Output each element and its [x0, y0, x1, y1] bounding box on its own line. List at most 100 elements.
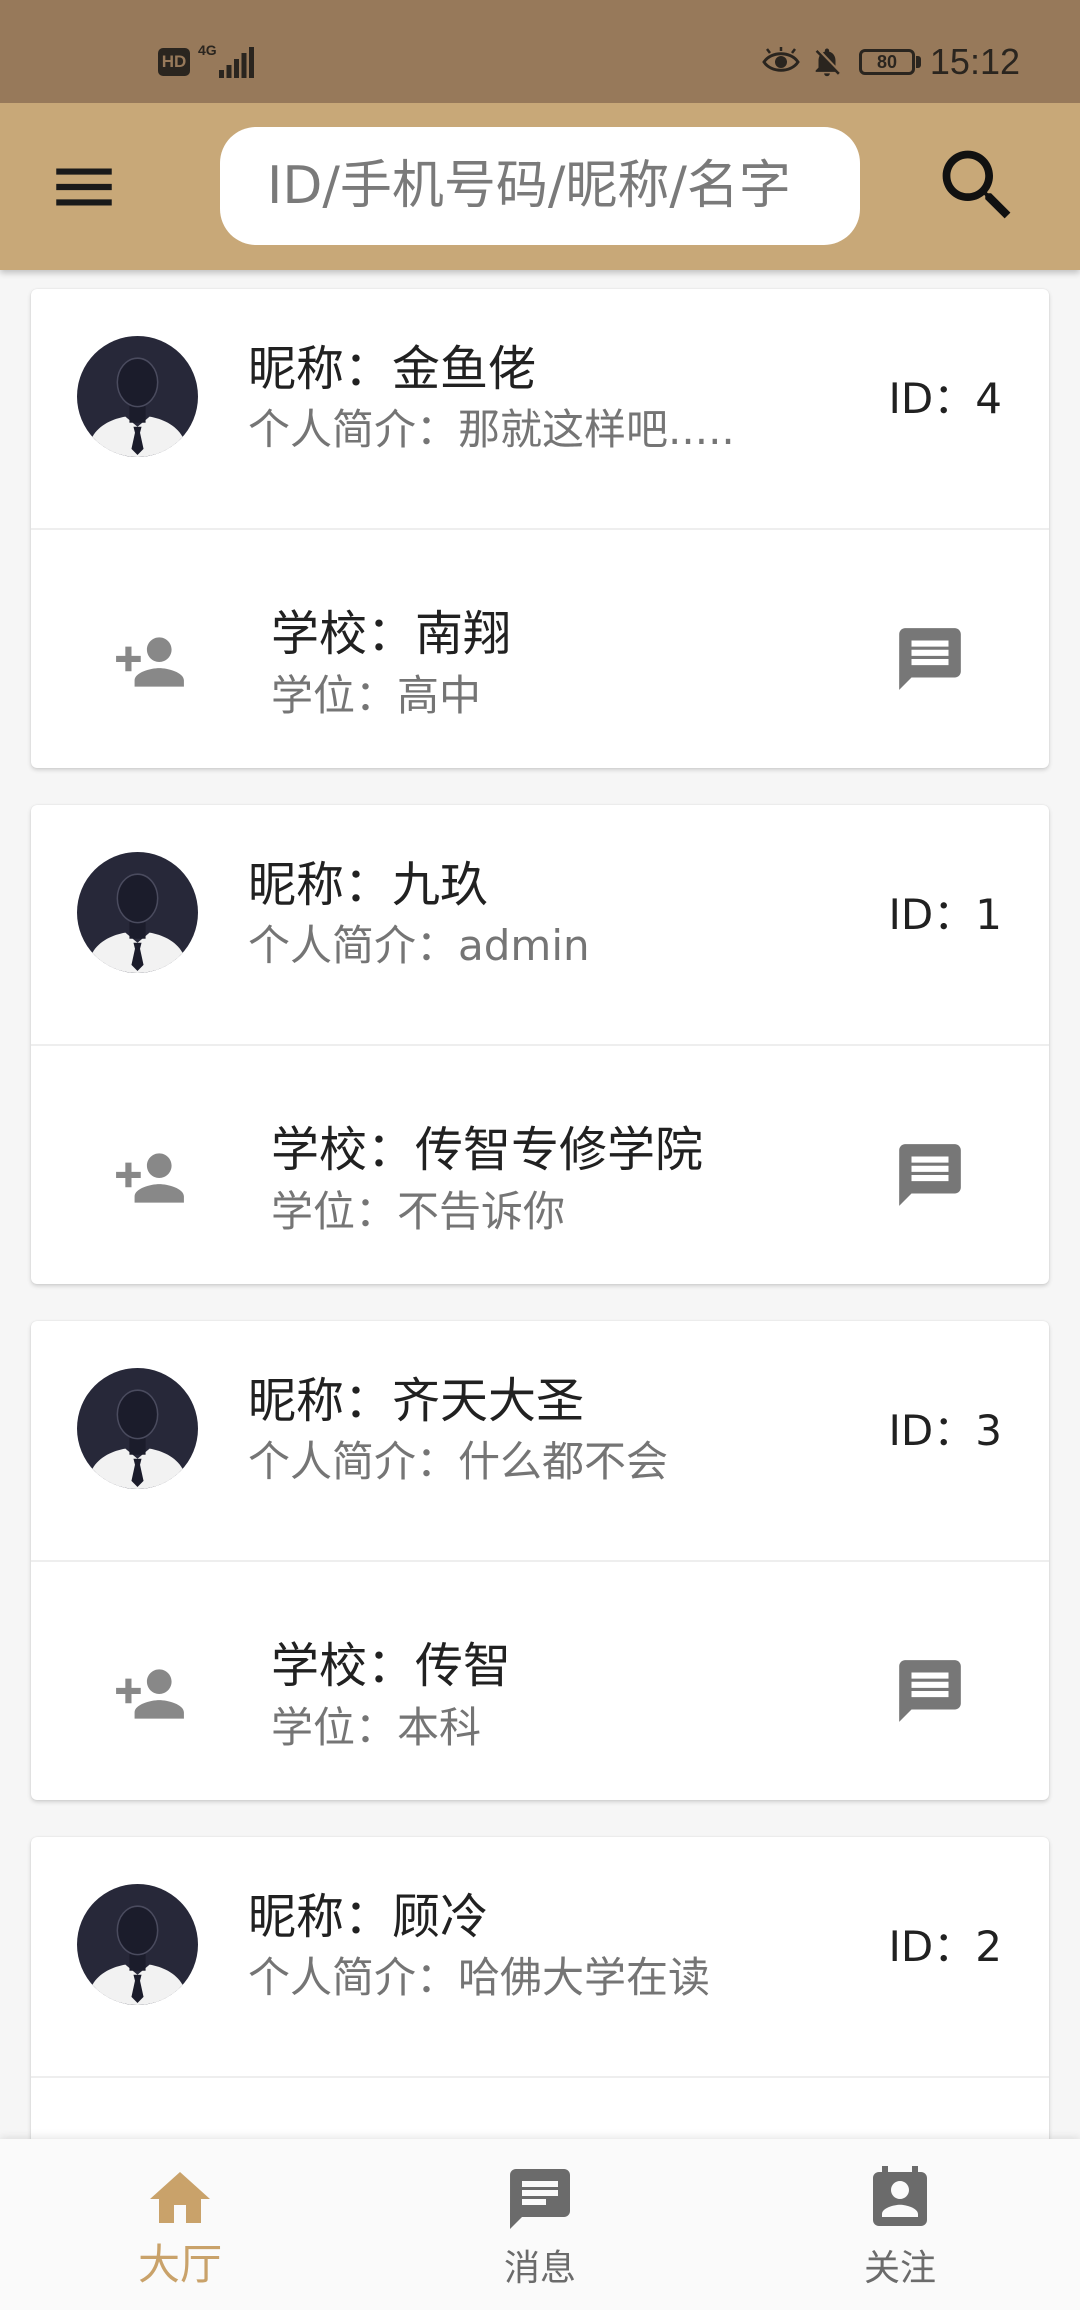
education-row: 学校：传智专修学院 学位：不告诉你: [31, 1046, 1049, 1284]
person-add-icon: [116, 1669, 184, 1719]
degree-line: 学位：高中: [271, 671, 481, 721]
person-add-icon: [116, 1153, 184, 1203]
user-nickname: 顾冷: [392, 1889, 489, 1945]
nav-item-messages[interactable]: 消息: [360, 2139, 720, 2310]
degree-label: 学位：: [271, 1187, 398, 1236]
user-id: 3: [975, 1406, 1002, 1455]
eye-comfort-icon: [762, 47, 800, 72]
menu-icon: [56, 168, 112, 206]
nickname-label: 昵称：: [248, 1889, 393, 1945]
add-friend-button[interactable]: [113, 1657, 187, 1731]
degree-label: 学位：: [271, 1703, 398, 1752]
message-button[interactable]: [893, 622, 967, 696]
bio-line: 个人简介：那就这样吧.....: [248, 405, 735, 455]
bio-label: 个人简介：: [248, 1437, 459, 1486]
user-degree: 高中: [397, 671, 482, 720]
school-label: 学校：: [271, 1122, 416, 1178]
nav-item-following[interactable]: 关注: [720, 2139, 1080, 2310]
user-id: 4: [975, 374, 1002, 423]
bio-line: 个人简介：什么都不会: [248, 1437, 668, 1487]
user-id: 2: [975, 1922, 1002, 1971]
id-line: ID：4: [889, 374, 1002, 424]
add-friend-button[interactable]: [113, 1141, 187, 1215]
nav-label-following: 关注: [863, 2248, 936, 2289]
nickname-label: 昵称：: [248, 1373, 393, 1429]
user-card: 昵称：齐天大圣 个人简介：什么都不会 ID：3 学校：传智 学位：本科: [31, 1321, 1049, 1800]
degree-line: 学位：本科: [271, 1703, 481, 1753]
user-info-row[interactable]: 昵称：金鱼佬 个人简介：那就这样吧..... ID：4: [31, 289, 1049, 528]
user-list[interactable]: 昵称：金鱼佬 个人简介：那就这样吧..... ID：4 学校：南翔 学位：高中: [0, 270, 1080, 2139]
user-school: 南翔: [415, 606, 512, 662]
user-degree: 本科: [397, 1703, 482, 1752]
nav-label-lobby: 大厅: [137, 2240, 222, 2289]
school-label: 学校：: [271, 1638, 416, 1694]
app-bar: [0, 103, 1080, 270]
add-friend-button[interactable]: [113, 625, 187, 699]
avatar: [77, 336, 198, 457]
bio-label: 个人简介：: [248, 921, 459, 970]
avatar: [77, 852, 198, 973]
nickname-line: 昵称：九玖: [248, 856, 488, 914]
search-icon: [942, 150, 1011, 219]
bell-off-icon: [815, 48, 840, 77]
menu-button[interactable]: [47, 150, 121, 224]
search-box: [220, 127, 860, 245]
school-line: 学校：南翔: [271, 605, 511, 663]
user-nickname: 金鱼佬: [392, 341, 537, 397]
user-nickname: 九玖: [392, 857, 489, 913]
battery-level: 80: [876, 52, 898, 72]
clock: 15:12: [929, 41, 1020, 82]
bio-label: 个人简介：: [248, 1953, 459, 2002]
nickname-line: 昵称：齐天大圣: [248, 1372, 584, 1430]
bio-line: 个人简介：admin: [248, 921, 590, 971]
bottom-navigation: 大厅 消息 关注: [0, 2139, 1080, 2310]
avatar: [77, 1884, 198, 2005]
education-row: 学校：传智 学位：本科: [31, 1562, 1049, 1800]
id-line: ID：2: [889, 1922, 1002, 1972]
school-line: 学校：传智专修学院: [271, 1121, 703, 1179]
education-row: 学校：南翔 学位：高中: [31, 530, 1049, 768]
message-button[interactable]: [893, 1654, 967, 1728]
id-label: ID：: [888, 1922, 976, 1971]
id-label: ID：: [888, 890, 976, 939]
user-bio: 什么都不会: [458, 1437, 669, 1486]
nickname-line: 昵称：金鱼佬: [248, 340, 536, 398]
user-info-row[interactable]: 昵称：顾冷 个人简介：哈佛大学在读 ID：2: [31, 1837, 1049, 2076]
user-nickname: 齐天大圣: [392, 1373, 585, 1429]
user-card: 昵称：九玖 个人简介：admin ID：1 学校：传智专修学院 学位：不告诉你: [31, 805, 1049, 1284]
bio-label: 个人简介：: [248, 405, 459, 454]
user-degree: 不告诉你: [397, 1187, 566, 1236]
user-card: 昵称：金鱼佬 个人简介：那就这样吧..... ID：4 学校：南翔 学位：高中: [31, 289, 1049, 768]
battery-icon: 80: [859, 49, 915, 75]
id-label: ID：: [888, 1406, 976, 1455]
network-type: 4G: [198, 42, 217, 58]
id-line: ID：1: [889, 890, 1002, 940]
avatar: [77, 1368, 198, 1489]
user-info-row[interactable]: 昵称：九玖 个人简介：admin ID：1: [31, 805, 1049, 1044]
degree-line: 学位：不告诉你: [271, 1187, 565, 1237]
battery-nub: [916, 56, 921, 68]
search-input[interactable]: [220, 127, 860, 245]
person-add-icon: [116, 637, 184, 687]
degree-label: 学位：: [271, 671, 398, 720]
signal-icon: [219, 47, 254, 78]
user-school: 传智专修学院: [415, 1122, 704, 1178]
education-row: [31, 2078, 1049, 2139]
nav-label-messages: 消息: [503, 2248, 576, 2289]
school-line: 学校：传智: [271, 1637, 511, 1695]
chat-icon: [510, 2169, 570, 2229]
hd-badge: HD: [158, 48, 190, 76]
user-school: 传智: [415, 1638, 512, 1694]
nav-item-lobby[interactable]: 大厅: [0, 2139, 360, 2310]
id-label: ID：: [888, 374, 976, 423]
nickname-label: 昵称：: [248, 857, 393, 913]
bio-line: 个人简介：哈佛大学在读: [248, 1953, 710, 2003]
id-line: ID：3: [889, 1406, 1002, 1456]
nickname-label: 昵称：: [248, 341, 393, 397]
search-button[interactable]: [931, 139, 1024, 232]
status-bar: HD 4G 80 15:12: [0, 0, 1080, 103]
message-icon: [899, 1144, 961, 1206]
message-button[interactable]: [893, 1138, 967, 1212]
user-id: 1: [975, 890, 1002, 939]
user-info-row[interactable]: 昵称：齐天大圣 个人简介：什么都不会 ID：3: [31, 1321, 1049, 1560]
